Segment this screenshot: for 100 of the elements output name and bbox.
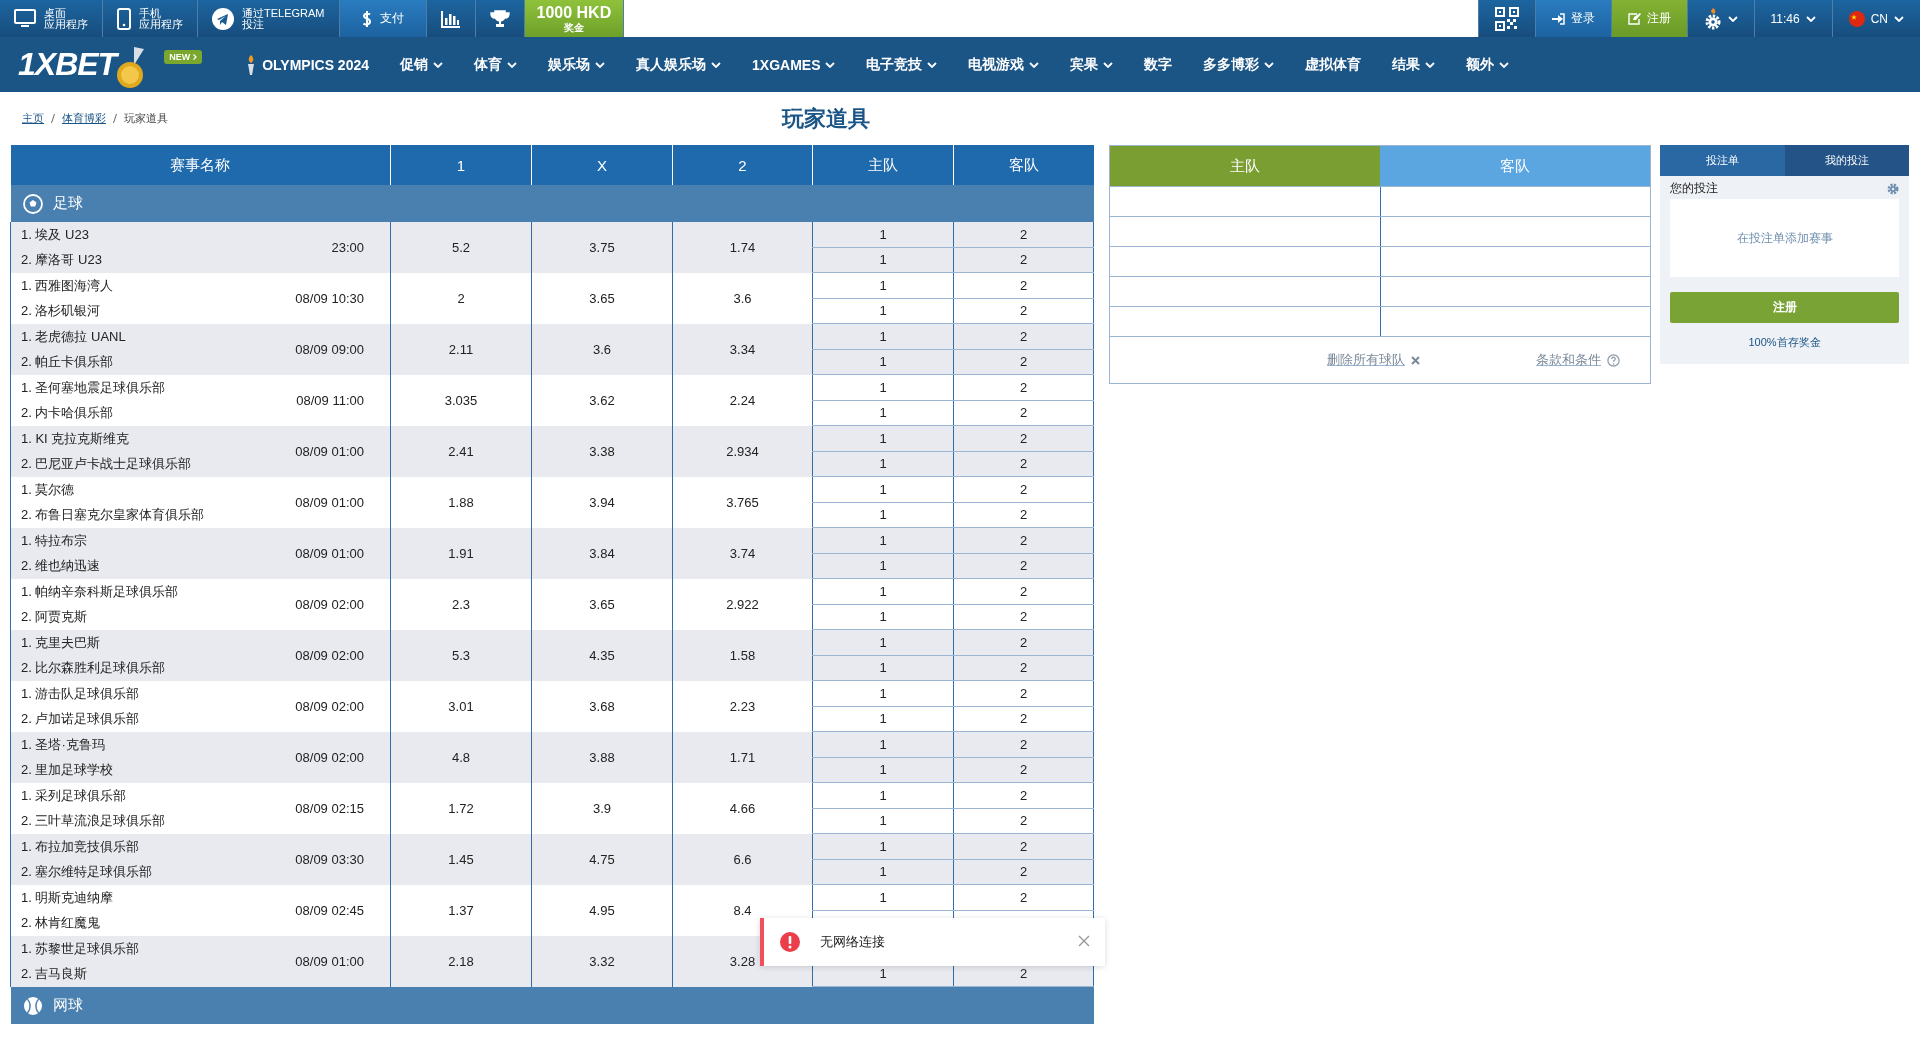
- pick-cell[interactable]: 2: [953, 731, 1094, 757]
- odds-cell[interactable]: 3.9: [531, 782, 673, 834]
- nav-item[interactable]: 虚拟体育: [1305, 55, 1362, 74]
- odds-cell[interactable]: 6.6: [672, 833, 813, 885]
- odds-cell[interactable]: 2.922: [672, 578, 813, 630]
- pick-cell[interactable]: 2: [953, 859, 1094, 885]
- odds-cell[interactable]: 1.91: [390, 527, 532, 579]
- pick-cell[interactable]: 1: [812, 782, 954, 808]
- match-cell[interactable]: 1. 布拉加竞技俱乐部 2. 塞尔维特足球俱乐部 08/09 03:30: [10, 833, 391, 885]
- pick-cell[interactable]: 2: [953, 222, 1094, 247]
- match-cell[interactable]: 1. 西雅图海湾人 2. 洛杉矶银河 08/09 10:30: [10, 272, 391, 324]
- pick-cell[interactable]: 1: [812, 323, 954, 349]
- pick-cell[interactable]: 1: [812, 757, 954, 783]
- odds-cell[interactable]: 1.37: [390, 884, 532, 936]
- odds-cell[interactable]: 2.11: [390, 323, 532, 375]
- pick-cell[interactable]: 2: [953, 451, 1094, 477]
- bonus-link[interactable]: 100%首存奖金: [1660, 323, 1909, 364]
- odds-cell[interactable]: 4.8: [390, 731, 532, 783]
- pick-cell[interactable]: 2: [953, 655, 1094, 681]
- pick-cell[interactable]: 2: [953, 884, 1094, 910]
- odds-cell[interactable]: 3.035: [390, 374, 532, 426]
- odds-cell[interactable]: 2.24: [672, 374, 813, 426]
- pick-cell[interactable]: 1: [812, 808, 954, 834]
- odds-cell[interactable]: 2.23: [672, 680, 813, 732]
- settings-button[interactable]: [1686, 0, 1754, 37]
- odds-cell[interactable]: 4.95: [531, 884, 673, 936]
- odds-cell[interactable]: 1.71: [672, 731, 813, 783]
- pick-cell[interactable]: 1: [812, 451, 954, 477]
- time-button[interactable]: 11:46: [1753, 0, 1832, 37]
- pick-cell[interactable]: 2: [953, 706, 1094, 732]
- match-cell[interactable]: 1. 圣塔·克鲁玛 2. 里加足球学校 08/09 02:00: [10, 731, 391, 783]
- pick-cell[interactable]: 2: [953, 400, 1094, 426]
- pick-cell[interactable]: 2: [953, 680, 1094, 706]
- qr-code-button[interactable]: [1477, 0, 1535, 37]
- odds-cell[interactable]: 3.6: [672, 272, 813, 324]
- match-cell[interactable]: 1. 帕纳辛奈科斯足球俱乐部 2. 阿贾克斯 08/09 02:00: [10, 578, 391, 630]
- odds-cell[interactable]: 2.18: [390, 935, 532, 987]
- pick-cell[interactable]: 2: [953, 425, 1094, 451]
- desktop-button[interactable]: 桌面 应用程序: [0, 0, 103, 37]
- match-cell[interactable]: 1. 克里夫巴斯 2. 比尔森胜利足球俱乐部 08/09 02:00: [10, 629, 391, 681]
- pick-cell[interactable]: 1: [812, 604, 954, 630]
- breadcrumb-link[interactable]: 主页: [22, 111, 44, 126]
- odds-cell[interactable]: 4.35: [531, 629, 673, 681]
- nav-item[interactable]: 娱乐场: [548, 55, 605, 74]
- odds-cell[interactable]: 5.3: [390, 629, 532, 681]
- sport-header[interactable]: 网球: [10, 986, 1094, 1024]
- sport-header[interactable]: 足球: [10, 185, 1094, 222]
- pick-cell[interactable]: 1: [812, 247, 954, 273]
- pick-cell[interactable]: 2: [953, 578, 1094, 604]
- odds-cell[interactable]: 2: [390, 272, 532, 324]
- pick-cell[interactable]: 1: [812, 349, 954, 375]
- odds-cell[interactable]: 3.32: [531, 935, 673, 987]
- pick-cell[interactable]: 1: [812, 629, 954, 655]
- breadcrumb-link[interactable]: 玩家道具: [124, 111, 168, 126]
- odds-cell[interactable]: 3.62: [531, 374, 673, 426]
- odds-cell[interactable]: 2.3: [390, 578, 532, 630]
- logo[interactable]: 1XBET: [18, 46, 117, 83]
- clear-teams-link[interactable]: 删除所有球队: [1327, 351, 1405, 369]
- odds-cell[interactable]: 1.72: [390, 782, 532, 834]
- match-cell[interactable]: 1. 采列足球俱乐部 2. 三叶草流浪足球俱乐部 08/09 02:15: [10, 782, 391, 834]
- pick-cell[interactable]: 1: [812, 731, 954, 757]
- chart-button[interactable]: [426, 0, 476, 37]
- pick-cell[interactable]: 2: [953, 247, 1094, 273]
- pick-cell[interactable]: 1: [812, 859, 954, 885]
- nav-item[interactable]: 多多博彩: [1203, 55, 1275, 74]
- odds-cell[interactable]: 4.75: [531, 833, 673, 885]
- nav-item[interactable]: 体育: [474, 55, 517, 74]
- pick-cell[interactable]: 2: [953, 298, 1094, 324]
- pick-cell[interactable]: 2: [953, 272, 1094, 298]
- pick-cell[interactable]: 2: [953, 757, 1094, 783]
- odds-cell[interactable]: 1.74: [672, 222, 813, 273]
- odds-cell[interactable]: 3.6: [531, 323, 673, 375]
- help-icon[interactable]: [1607, 353, 1620, 367]
- pick-cell[interactable]: 2: [953, 629, 1094, 655]
- bet-slip-tab[interactable]: 投注单: [1660, 145, 1785, 176]
- pick-cell[interactable]: 1: [812, 706, 954, 732]
- trophy-button[interactable]: [475, 0, 525, 37]
- phone-button[interactable]: 手机 应用程序: [103, 0, 198, 37]
- match-cell[interactable]: 1. 游击队足球俱乐部 2. 卢加诺足球俱乐部 08/09 02:00: [10, 680, 391, 732]
- pick-cell[interactable]: 1: [812, 527, 954, 553]
- terms-link[interactable]: 条款和条件: [1536, 351, 1601, 369]
- odds-cell[interactable]: 3.94: [531, 476, 673, 528]
- pick-cell[interactable]: 1: [812, 502, 954, 528]
- pick-cell[interactable]: 2: [953, 323, 1094, 349]
- pick-cell[interactable]: 1: [812, 425, 954, 451]
- pick-cell[interactable]: 2: [953, 527, 1094, 553]
- odds-cell[interactable]: 1.45: [390, 833, 532, 885]
- odds-cell[interactable]: 3.01: [390, 680, 532, 732]
- odds-cell[interactable]: 1.88: [390, 476, 532, 528]
- match-cell[interactable]: 1. 埃及 U23 2. 摩洛哥 U23 23:00: [10, 222, 391, 273]
- pick-cell[interactable]: 1: [812, 272, 954, 298]
- odds-cell[interactable]: 1.58: [672, 629, 813, 681]
- match-cell[interactable]: 1. 苏黎世足球俱乐部 2. 吉马良斯 08/09 01:00: [10, 935, 391, 987]
- odds-cell[interactable]: 3.65: [531, 578, 673, 630]
- nav-item[interactable]: 额外: [1466, 55, 1510, 74]
- match-cell[interactable]: 1. 明斯克迪纳摩 2. 林肯红魔鬼 08/09 02:45: [10, 884, 391, 936]
- pick-cell[interactable]: 2: [953, 502, 1094, 528]
- pick-cell[interactable]: 2: [953, 833, 1094, 859]
- pick-cell[interactable]: 1: [812, 553, 954, 579]
- odds-cell[interactable]: 3.38: [531, 425, 673, 477]
